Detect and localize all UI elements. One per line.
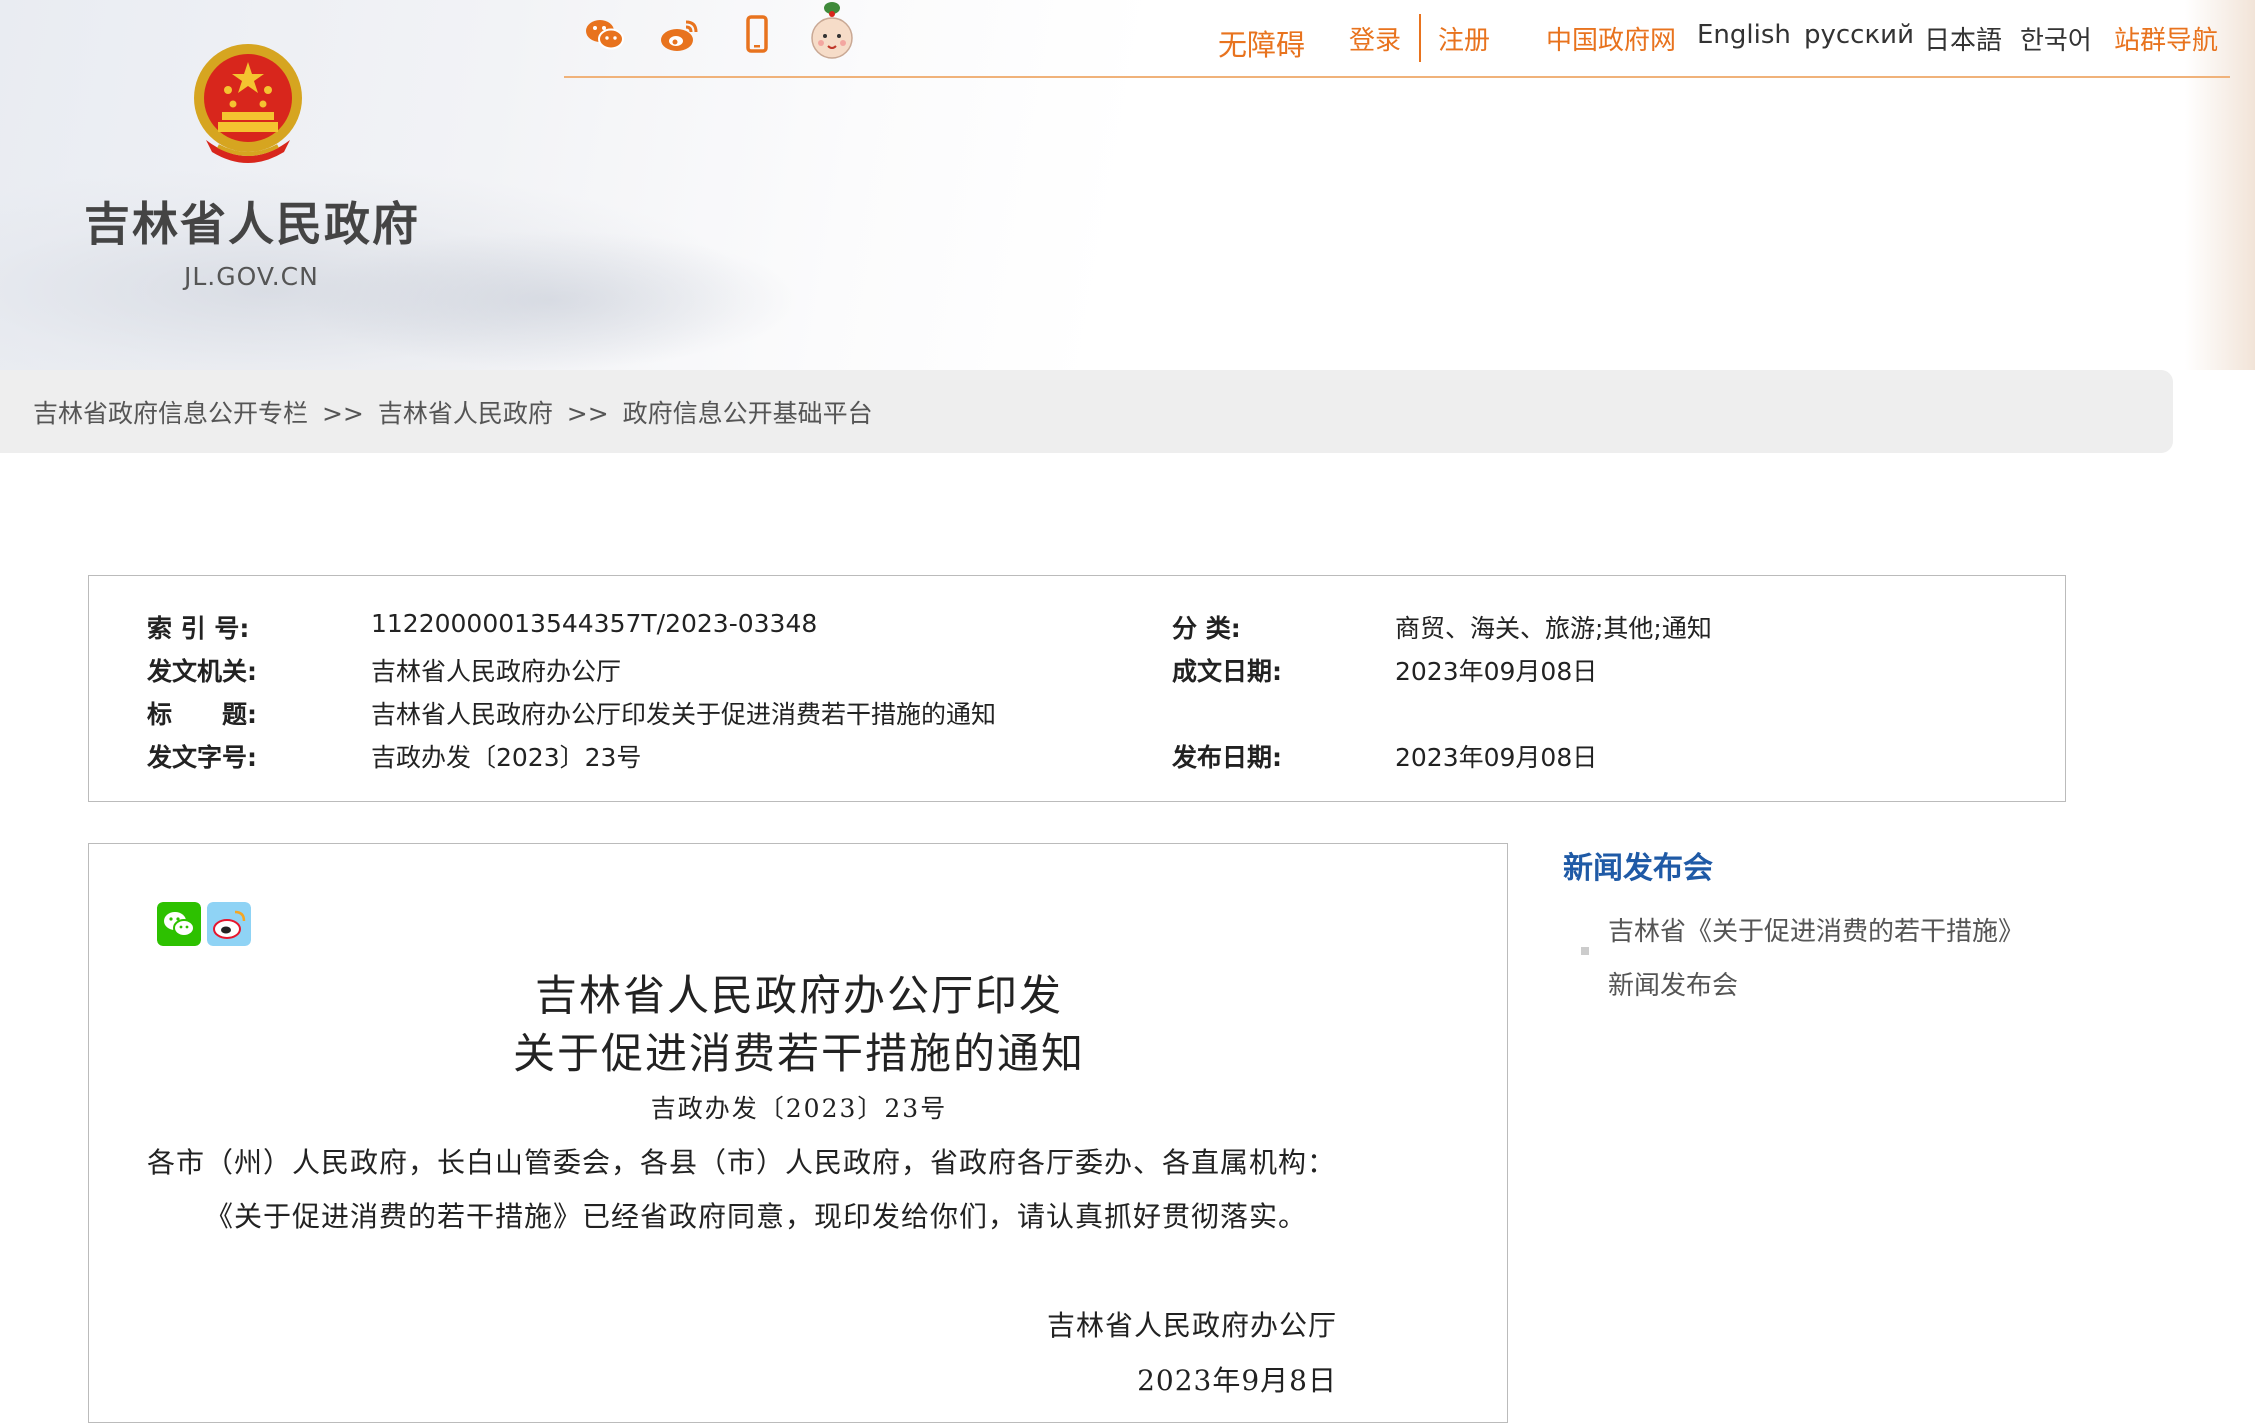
breadcrumb: 吉林省政府信息公开专栏 >> 吉林省人民政府 >> 政府信息公开基础平台 (33, 394, 879, 430)
index-value: 11220000013544357T/2023-03348 (371, 609, 818, 638)
created-date-value: 2023年09月08日 (1395, 657, 1598, 686)
breadcrumb-item[interactable]: 政府信息公开基础平台 (623, 399, 873, 428)
site-title[interactable]: 吉林省人民政府 (84, 188, 420, 254)
site-nav-link[interactable]: 站群导航 (2114, 20, 2218, 57)
list-bullet (1581, 947, 1589, 955)
sidebar-news-item[interactable]: 吉林省《关于促进消费的若干措施》新闻发布会 (1608, 905, 2048, 1013)
article-addressee: 各市（州）人民政府，长白山管委会，各县（市）人民政府，省政府各厅委办、各直属机构… (147, 1146, 1337, 1179)
wechat-share-icon[interactable] (157, 902, 201, 946)
weibo-share-icon[interactable] (207, 902, 251, 946)
login-link[interactable]: 登录 (1349, 20, 1401, 57)
title-label: 标 题: (147, 700, 257, 729)
russian-link[interactable]: русский (1804, 20, 1914, 50)
accessibility-link[interactable]: 无障碍 (1218, 22, 1305, 64)
published-date-value: 2023年09月08日 (1395, 743, 1598, 772)
korean-link[interactable]: 한국어 (2020, 20, 2092, 57)
weibo-icon[interactable] (658, 14, 700, 56)
register-link[interactable]: 注册 (1438, 20, 1490, 57)
english-link[interactable]: English (1697, 20, 1791, 50)
article-title-line1: 吉林省人民政府办公厅印发 (534, 971, 1063, 1020)
category-label: 分 类: (1172, 614, 1241, 643)
index-label: 索 引 号: (147, 614, 250, 643)
top-bar: 无障碍 登录 注册 中国政府网 English русский 日本語 한국어 … (564, 0, 2230, 78)
category-value: 商贸、海关、旅游;其他;通知 (1395, 614, 1712, 643)
wechat-icon[interactable] (584, 14, 626, 56)
breadcrumb-separator: >> (321, 399, 364, 428)
title-value: 吉林省人民政府办公厅印发关于促进消费若干措施的通知 (371, 700, 997, 729)
breadcrumb-bar: 吉林省政府信息公开专栏 >> 吉林省人民政府 >> 政府信息公开基础平台 (0, 370, 2173, 453)
issuer-value: 吉林省人民政府办公厅 (371, 657, 622, 686)
china-gov-link[interactable]: 中国政府网 (1546, 20, 1676, 57)
japanese-link[interactable]: 日本語 (1924, 20, 2002, 57)
article-doc-number: 吉政办发〔2023〕23号 (650, 1094, 948, 1123)
national-emblem-icon[interactable] (188, 42, 308, 170)
article-body-paragraph: 《关于促进消费的若干措施》已经省政府同意，现印发给你们，请认真抓好贯彻落实。 (205, 1200, 1308, 1233)
site-header: 吉林省人民政府 JL.GOV.CN 无障碍 登录 注册 中国政府网 Englis… (0, 0, 2255, 370)
created-date-label: 成文日期: (1172, 657, 1282, 686)
breadcrumb-item[interactable]: 吉林省政府信息公开专栏 (33, 399, 308, 428)
article-title-line2: 关于促进消费若干措施的通知 (512, 1029, 1085, 1078)
sidebar-title[interactable]: 新闻发布会 (1563, 843, 1713, 887)
breadcrumb-separator: >> (566, 399, 609, 428)
document-metadata-box: 索 引 号: 11220000013544357T/2023-03348 分 类… (88, 575, 2066, 802)
mobile-icon[interactable] (736, 14, 778, 56)
mascot-icon[interactable] (808, 0, 856, 64)
article-date: 2023年9月8日 (1137, 1364, 1337, 1397)
doc-number-value: 吉政办发〔2023〕23号 (371, 743, 642, 772)
article-body: 吉林省人民政府办公厅印发 关于促进消费若干措施的通知 吉政办发〔2023〕23号… (88, 843, 1508, 1423)
breadcrumb-item[interactable]: 吉林省人民政府 (378, 399, 553, 428)
login-register-divider (1419, 14, 1421, 62)
article-signer: 吉林省人民政府办公厅 (1046, 1309, 1337, 1342)
doc-number-label: 发文字号: (147, 743, 257, 772)
published-date-label: 发布日期: (1172, 743, 1282, 772)
issuer-label: 发文机关: (147, 657, 257, 686)
site-domain: JL.GOV.CN (184, 262, 319, 291)
